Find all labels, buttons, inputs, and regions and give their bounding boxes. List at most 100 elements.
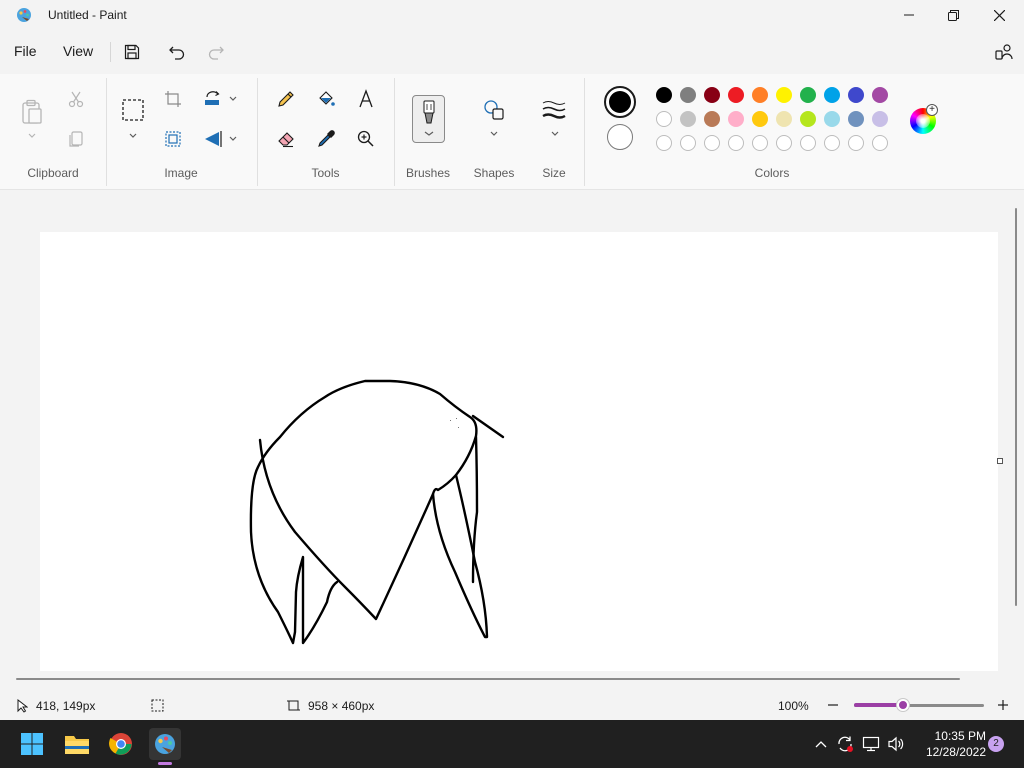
color-swatch[interactable] [872,111,888,127]
color-swatch[interactable] [704,111,720,127]
color-swatch[interactable] [800,111,816,127]
color-swatch[interactable] [752,87,768,103]
shapes-group-label: Shapes [473,166,515,180]
close-icon [993,9,1005,21]
paint-bucket-icon [319,91,335,106]
save-button[interactable] [121,41,143,63]
crop-icon [165,91,181,107]
title-bar: Untitled - Paint [0,0,1024,32]
color-swatch[interactable] [872,87,888,103]
copy-icon [69,131,83,147]
resize-button[interactable] [161,127,185,151]
color-swatch[interactable] [776,87,792,103]
color-swatch[interactable] [728,87,744,103]
notification-badge[interactable]: 2 [988,736,1004,752]
restore-button[interactable] [930,0,976,30]
size-chevron-down-icon[interactable] [550,129,560,139]
eraser-button[interactable] [274,127,298,151]
custom-color-slot[interactable] [752,135,768,151]
crop-button[interactable] [161,87,185,111]
menu-bar: File View [0,34,1024,70]
eyedropper-icon [318,130,335,147]
custom-color-slot[interactable] [680,135,696,151]
cursor-position: 418, 149px [36,699,96,713]
select-button[interactable] [120,97,146,123]
secondary-color-button[interactable] [607,124,633,150]
account-button[interactable] [993,41,1015,63]
color-swatch[interactable] [824,111,840,127]
shapes-chevron-down-icon[interactable] [489,129,499,139]
selection-size-icon [151,699,164,712]
flip-chevron-down-icon[interactable] [228,134,238,144]
copy-button[interactable] [64,127,88,151]
color-swatch[interactable] [656,87,672,103]
volume-tray-button[interactable] [887,735,905,753]
color-swatch[interactable] [752,111,768,127]
chrome-button[interactable] [105,728,137,760]
network-tray-button[interactable] [862,735,880,753]
rectangle-select-icon [122,99,144,121]
custom-color-slot[interactable] [704,135,720,151]
color-swatch[interactable] [728,111,744,127]
pencil-button[interactable] [274,87,298,111]
paste-chevron-down-icon[interactable] [27,131,37,141]
magnifier-button[interactable] [354,127,378,151]
color-swatch[interactable] [680,87,696,103]
color-swatch[interactable] [824,87,840,103]
close-button[interactable] [976,0,1022,30]
paint-taskbar-button[interactable] [149,728,181,760]
taskbar-clock[interactable]: 10:35 PM 12/28/2022 [914,728,986,760]
color-swatch[interactable] [848,87,864,103]
undo-button[interactable] [166,41,188,63]
file-menu[interactable]: File [10,43,41,59]
custom-color-slot[interactable] [800,135,816,151]
flip-button[interactable] [201,127,225,151]
canvas-size-icon [287,700,300,711]
color-swatch[interactable] [776,111,792,127]
redo-button[interactable] [205,41,227,63]
select-chevron-down-icon[interactable] [128,131,138,141]
custom-color-slot[interactable] [872,135,888,151]
color-swatch[interactable] [800,87,816,103]
drawing-canvas[interactable] [40,232,998,671]
file-explorer-button[interactable] [61,728,93,760]
canvas-resize-handle[interactable] [997,458,1003,464]
horizontal-scrollbar[interactable] [16,678,960,680]
text-button[interactable] [354,87,378,111]
custom-color-slot[interactable] [656,135,672,151]
fill-button[interactable] [314,87,338,111]
color-picker-button[interactable] [314,127,338,151]
rotate-chevron-down-icon[interactable] [228,94,238,104]
color-swatch[interactable] [704,87,720,103]
rotate-button[interactable] [201,87,225,111]
color-swatch[interactable] [848,111,864,127]
shapes-button[interactable] [482,98,506,122]
window-title: Untitled - Paint [48,8,127,22]
custom-color-slot[interactable] [728,135,744,151]
minimize-button[interactable] [886,0,932,30]
color-swatch[interactable] [656,111,672,127]
paste-button[interactable] [20,98,44,126]
custom-color-slot[interactable] [776,135,792,151]
vertical-scrollbar[interactable] [1015,208,1017,606]
start-button[interactable] [16,728,48,760]
add-color-icon: + [926,104,938,116]
primary-color-button[interactable] [604,86,636,118]
custom-color-slot[interactable] [848,135,864,151]
view-menu[interactable]: View [59,43,97,59]
brushes-button[interactable] [412,95,445,143]
zoom-slider-thumb[interactable] [897,699,910,711]
menu-divider [110,42,111,62]
custom-color-slot[interactable] [824,135,840,151]
size-button[interactable] [542,98,566,122]
cut-button[interactable] [64,87,88,111]
show-hidden-icons-button[interactable] [812,735,830,753]
active-app-indicator [158,762,172,765]
ribbon-toolbar: Clipboard Image Tools Brushes Shapes Siz… [0,74,1024,190]
color-swatch[interactable] [680,111,696,127]
zoom-out-icon[interactable] [827,699,839,711]
sync-tray-button[interactable] [836,735,854,753]
zoom-in-plus-icon[interactable] [997,699,1009,711]
zoom-level[interactable]: 100% [778,699,809,713]
chrome-icon [109,733,132,755]
